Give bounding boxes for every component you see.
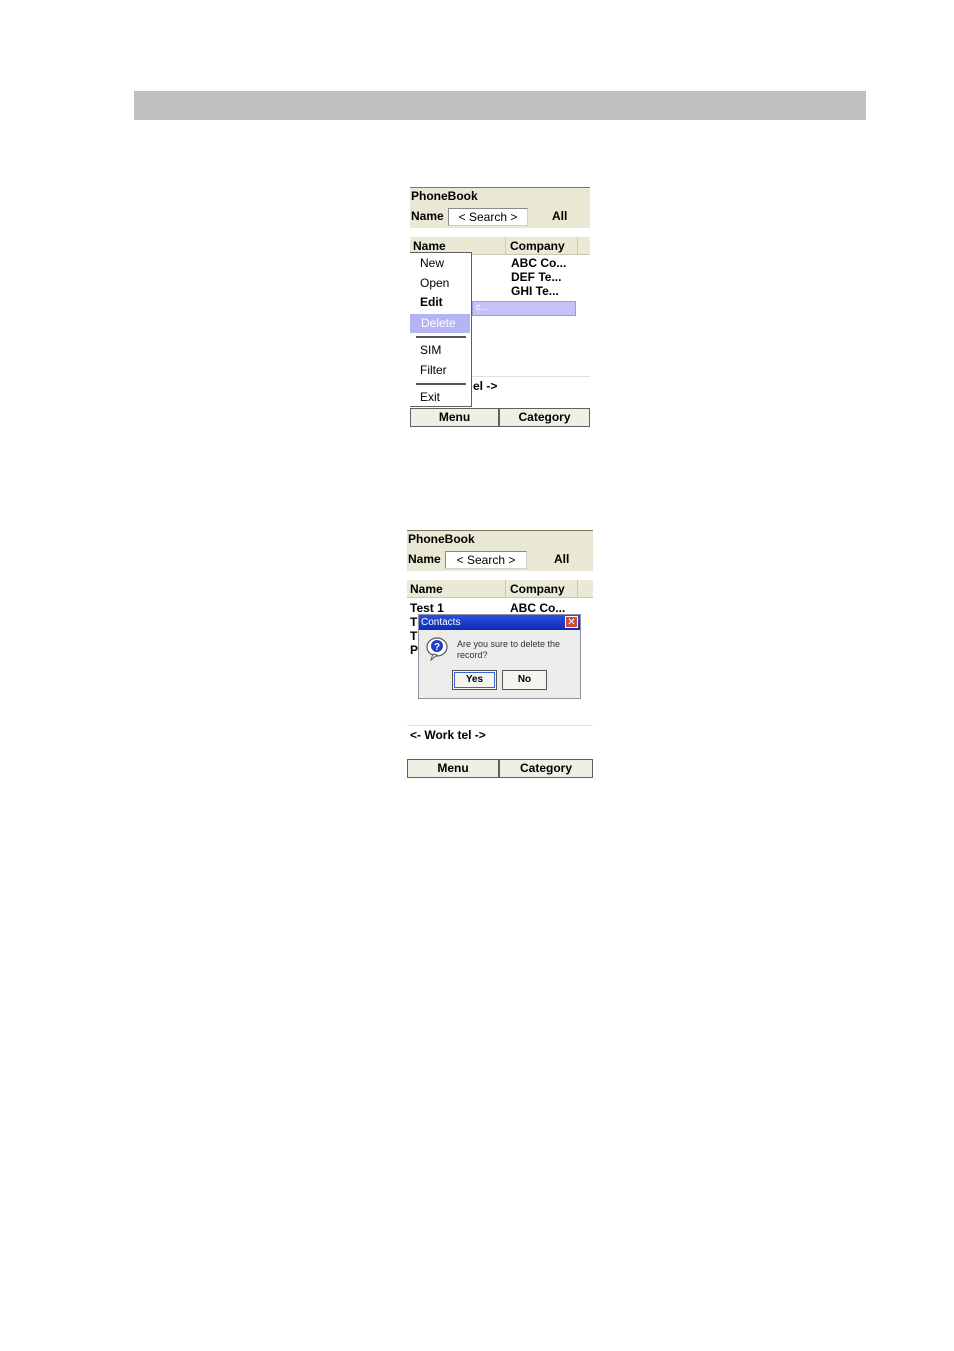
menu-item-open[interactable]: Open bbox=[420, 276, 449, 290]
company-cell[interactable]: ABC Co... bbox=[510, 601, 565, 615]
yes-button[interactable]: Yes bbox=[452, 670, 497, 690]
context-menu: New Open Edit Delete SIM Filter Exit bbox=[410, 252, 472, 407]
menu-item-delete-label: Delete bbox=[421, 316, 456, 330]
search-bar: Name < Search > All bbox=[410, 205, 590, 228]
name-cell[interactable]: T bbox=[410, 615, 417, 629]
company-cell[interactable]: GHI Te... bbox=[511, 284, 559, 298]
column-header-name[interactable]: Name bbox=[410, 582, 443, 596]
column-header-company[interactable]: Company bbox=[510, 582, 565, 596]
category-filter-all[interactable]: All bbox=[552, 209, 567, 223]
softkey-bar: Menu Category bbox=[410, 408, 590, 427]
menu-item-new[interactable]: New bbox=[420, 256, 444, 270]
softkey-bar: Menu Category bbox=[407, 759, 593, 778]
app-title: PhoneBook bbox=[407, 531, 593, 548]
category-softkey[interactable]: Category bbox=[499, 759, 593, 778]
phonebook-screen-delete-confirm: PhoneBook Name < Search > All Name Compa… bbox=[407, 530, 593, 779]
menu-item-delete[interactable]: Delete bbox=[410, 314, 470, 333]
category-filter-all[interactable]: All bbox=[554, 552, 569, 566]
category-softkey[interactable]: Category bbox=[499, 408, 590, 427]
selected-row-text: c... bbox=[476, 302, 489, 312]
menu-softkey[interactable]: Menu bbox=[410, 408, 499, 427]
name-cell[interactable]: Test 1 bbox=[410, 601, 444, 615]
close-icon[interactable]: ✕ bbox=[565, 616, 578, 628]
dialog-message: Are you sure to delete the record? bbox=[457, 639, 561, 660]
work-tel-label: el -> bbox=[473, 379, 498, 393]
menu-separator bbox=[416, 336, 466, 338]
search-input[interactable]: < Search > bbox=[445, 551, 527, 569]
phonebook-screen-menu: PhoneBook Name < Search > All Name Compa… bbox=[410, 187, 590, 427]
column-divider bbox=[577, 580, 578, 597]
column-divider bbox=[577, 237, 578, 254]
column-header-name[interactable]: Name bbox=[413, 239, 446, 253]
menu-item-edit[interactable]: Edit bbox=[420, 295, 443, 309]
menu-item-filter[interactable]: Filter bbox=[420, 363, 447, 377]
menu-separator bbox=[416, 383, 466, 385]
column-divider bbox=[505, 237, 506, 254]
menu-item-exit[interactable]: Exit bbox=[420, 390, 440, 404]
search-input[interactable]: < Search > bbox=[448, 208, 528, 226]
name-label: Name bbox=[408, 552, 441, 566]
svg-text:?: ? bbox=[434, 642, 440, 653]
name-label: Name bbox=[411, 209, 444, 223]
menu-item-sim[interactable]: SIM bbox=[420, 343, 441, 357]
delete-confirm-dialog: Contacts ✕ ? Are you sure to delete the … bbox=[418, 614, 581, 699]
column-header-company[interactable]: Company bbox=[510, 239, 565, 253]
work-tel-bar: <- Work tel -> bbox=[407, 725, 593, 746]
menu-softkey[interactable]: Menu bbox=[407, 759, 499, 778]
company-cell[interactable]: DEF Te... bbox=[511, 270, 561, 284]
column-divider bbox=[505, 580, 506, 597]
dialog-titlebar: Contacts bbox=[419, 615, 580, 630]
company-cell[interactable]: ABC Co... bbox=[511, 256, 566, 270]
column-header: Name Company bbox=[407, 580, 593, 598]
selected-row[interactable]: c... bbox=[472, 301, 576, 316]
dialog-title: Contacts bbox=[421, 617, 461, 628]
name-cell[interactable]: T bbox=[410, 629, 417, 643]
app-title: PhoneBook bbox=[410, 188, 590, 205]
name-cell[interactable]: P bbox=[410, 643, 418, 657]
search-bar: Name < Search > All bbox=[407, 548, 593, 571]
no-button[interactable]: No bbox=[502, 670, 547, 690]
page-header-bar bbox=[134, 91, 866, 120]
work-tel-label: <- Work tel -> bbox=[410, 728, 486, 742]
question-icon: ? bbox=[426, 637, 448, 661]
